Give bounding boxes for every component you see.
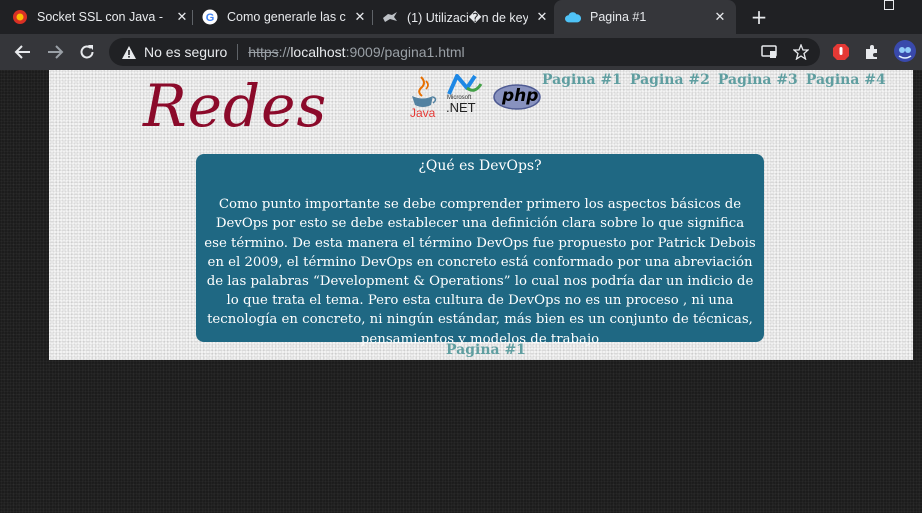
close-icon[interactable]: ✕	[352, 9, 368, 25]
forward-button[interactable]	[43, 40, 67, 64]
close-icon[interactable]: ✕	[174, 9, 190, 25]
nav-link-pagina-2[interactable]: Pagina #2	[630, 72, 710, 88]
bookmark-star-icon[interactable]	[792, 43, 810, 61]
java-socket-favicon-icon	[12, 9, 28, 25]
maximize-icon[interactable]	[884, 0, 894, 10]
dotnet-logo-label: .NET	[446, 100, 476, 115]
tab-title: Pagina #1	[590, 10, 647, 24]
svg-text:G: G	[206, 12, 215, 24]
ninja-favicon-icon	[382, 9, 398, 25]
content-box: ¿Qué es DevOps? Como punto importante se…	[196, 154, 764, 347]
nav-link-pagina-1[interactable]: Pagina #1	[542, 72, 622, 88]
java-logo-label: Java	[410, 106, 436, 120]
tab-utilizacion-key[interactable]: (1) Utilizaci�n de key ✕	[382, 0, 550, 34]
php-logo-label: php	[502, 86, 539, 106]
close-icon[interactable]: ✕	[712, 9, 728, 25]
arrow-right-icon	[48, 45, 64, 59]
tab-title: (1) Utilizaci�n de key	[407, 10, 528, 25]
tab-separator	[372, 10, 373, 25]
tab-strip: Socket SSL con Java - ✕ G Como generarle…	[0, 0, 922, 34]
tab-socket-ssl[interactable]: Socket SSL con Java - ✕	[12, 0, 190, 34]
url-separator: ://	[278, 44, 291, 60]
tab-title: Como generarle las cl	[227, 10, 346, 24]
warning-icon[interactable]	[121, 44, 137, 60]
reload-button[interactable]	[75, 40, 99, 64]
php-logo-icon: php	[493, 83, 541, 111]
address-divider	[237, 44, 239, 60]
footer-link-pagina-1[interactable]: Pagina #1	[446, 342, 526, 358]
tab-como-generarle[interactable]: G Como generarle las cl ✕	[202, 0, 368, 34]
url-host: localhost	[290, 44, 346, 60]
profile-avatar[interactable]	[894, 40, 916, 62]
adblock-extension-icon[interactable]	[832, 43, 850, 61]
nav-link-pagina-4[interactable]: Pagina #4	[806, 72, 886, 88]
browser-toolbar: No es seguro https://localhost:9009/pagi…	[0, 34, 922, 70]
new-tab-button[interactable]: +	[748, 6, 770, 28]
main-nav: Pagina #1 Pagina #2 Pagina #3 Pagina #4	[542, 72, 886, 88]
dotnet-logo-icon: Microsoft .NET	[445, 74, 485, 120]
tab-title: Socket SSL con Java -	[37, 10, 163, 24]
content-heading: ¿Qué es DevOps?	[418, 158, 542, 174]
back-button[interactable]	[11, 40, 35, 64]
url-scheme: https	[248, 44, 279, 60]
cloud-favicon-icon	[565, 9, 581, 25]
cast-icon[interactable]	[760, 43, 778, 61]
reload-icon	[80, 45, 94, 59]
tech-logos: Java Microsoft .NET php	[405, 74, 541, 120]
address-bar[interactable]: No es seguro https://localhost:9009/pagi…	[109, 38, 820, 66]
security-label[interactable]: No es seguro	[144, 44, 227, 60]
arrow-left-icon	[14, 45, 30, 59]
nav-link-pagina-3[interactable]: Pagina #3	[718, 72, 798, 88]
url-text[interactable]: https://localhost:9009/pagina1.html	[248, 44, 464, 60]
extensions-puzzle-icon[interactable]	[863, 43, 881, 61]
web-page: Redes Java Microsoft .NET php Pagina #1	[49, 70, 913, 360]
omnibox-actions	[760, 43, 810, 61]
tab-separator	[192, 10, 193, 25]
content-body: Como punto importante se debe comprender…	[204, 197, 756, 347]
google-favicon-icon: G	[202, 9, 218, 25]
close-icon[interactable]: ✕	[534, 9, 550, 25]
java-logo-icon: Java	[405, 74, 441, 120]
site-logo: Redes	[143, 72, 328, 140]
url-path: :9009/pagina1.html	[345, 44, 465, 60]
tab-pagina-1[interactable]: Pagina #1 ✕	[554, 0, 736, 34]
